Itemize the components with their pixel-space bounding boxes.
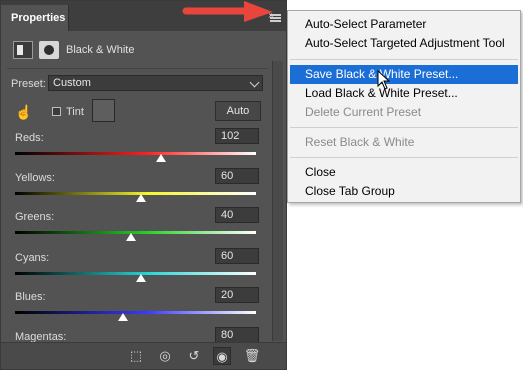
view-previous-state-icon[interactable]: ◎ [156, 347, 174, 365]
slider-track[interactable] [15, 311, 256, 314]
panel-footer: ⬚ ◎ ↺ ◉ 🗑 [1, 342, 286, 369]
auto-button[interactable]: Auto [215, 101, 261, 121]
menu-separator [290, 127, 518, 128]
trash-icon[interactable]: 🗑 [243, 347, 261, 365]
slider-value-field[interactable]: 20 [215, 287, 259, 303]
divider [7, 68, 268, 69]
chevron-down-icon [249, 77, 260, 88]
slider-row: Blues: 20 [15, 287, 259, 321]
slider-value-field[interactable]: 60 [215, 168, 259, 184]
menu-item-save-preset[interactable]: Save Black & White Preset... [290, 65, 518, 84]
slider-track[interactable] [15, 152, 256, 155]
properties-panel: Properties » Black & White Preset: Custo… [0, 0, 287, 370]
menu-item-load-preset[interactable]: Load Black & White Preset... [288, 84, 520, 103]
menu-separator [290, 59, 518, 60]
layer-mask-icon[interactable] [39, 41, 59, 59]
scrollbar[interactable] [272, 61, 283, 341]
tab-properties[interactable]: Properties [1, 5, 69, 31]
annotation-arrow-icon [182, 1, 273, 22]
slider-thumb[interactable] [136, 274, 146, 282]
adjustment-header: Black & White [11, 39, 276, 61]
slider-row: Greens: 40 [15, 207, 259, 241]
menu-item-auto-select-parameter[interactable]: Auto-Select Parameter [288, 15, 520, 34]
menu-item-close-tab-group[interactable]: Close Tab Group [288, 182, 520, 201]
clip-to-layer-icon[interactable]: ⬚ [127, 347, 145, 365]
slider-label: Cyans: [15, 252, 50, 264]
panel-flyout-menu: Auto-Select Parameter Auto-Select Target… [287, 10, 521, 203]
targeted-adjustment-hand-icon[interactable]: ☝ [15, 103, 33, 121]
menu-item-delete-preset: Delete Current Preset [305, 105, 422, 119]
preset-dropdown[interactable]: Custom [48, 75, 263, 91]
menu-item-reset: Reset Black & White [305, 135, 415, 149]
slider-thumb[interactable] [118, 313, 128, 321]
menu-item-auto-select-targeted-tool[interactable]: Auto-Select Targeted Adjustment Tool [288, 34, 520, 53]
slider-value-field[interactable]: 80 [215, 327, 259, 343]
slider-value-field[interactable]: 40 [215, 207, 259, 223]
preset-value: Custom [53, 77, 91, 89]
tint-color-swatch[interactable] [92, 99, 115, 122]
tint-label: Tint [66, 106, 84, 118]
slider-row: Yellows: 60 [15, 168, 259, 202]
adjustment-title: Black & White [66, 44, 135, 56]
visibility-eye-icon[interactable]: ◉ [213, 347, 231, 365]
menu-item-close[interactable]: Close [288, 163, 520, 182]
adjustment-layer-icon[interactable] [13, 41, 33, 59]
reset-icon[interactable]: ↺ [185, 347, 203, 365]
slider-thumb[interactable] [156, 154, 166, 162]
slider-label: Yellows: [15, 172, 55, 184]
menu-separator [290, 157, 518, 158]
slider-thumb[interactable] [126, 233, 136, 241]
mouse-cursor-icon [377, 70, 391, 90]
tint-checkbox[interactable] [52, 107, 61, 116]
slider-row: Reds: 102 [15, 128, 259, 162]
slider-label: Blues: [15, 291, 46, 303]
slider-value-field[interactable]: 60 [215, 248, 259, 264]
slider-row: Cyans: 60 [15, 248, 259, 282]
slider-value-field[interactable]: 102 [215, 128, 259, 144]
slider-thumb[interactable] [136, 194, 146, 202]
slider-label: Reds: [15, 132, 44, 144]
preset-label: Preset: [11, 78, 46, 90]
slider-label: Greens: [15, 211, 55, 223]
